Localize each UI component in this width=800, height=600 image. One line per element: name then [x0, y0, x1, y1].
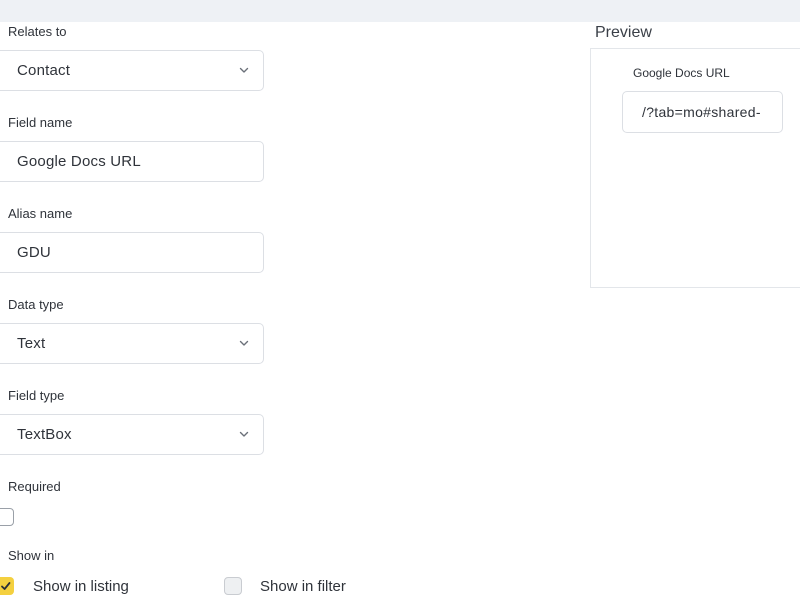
show-in-label: Show in — [8, 548, 55, 563]
relates-to-select[interactable]: Contact — [0, 50, 264, 91]
alias-name-input[interactable]: GDU — [0, 232, 264, 273]
data-type-value: Text — [17, 335, 46, 352]
chevron-down-icon — [239, 65, 249, 75]
alias-name-label: Alias name — [8, 206, 73, 221]
field-type-label: Field type — [8, 388, 65, 403]
relates-to-value: Contact — [17, 62, 71, 79]
data-type-select[interactable]: Text — [0, 323, 264, 364]
field-type-value: TextBox — [17, 426, 72, 443]
required-label: Required — [8, 479, 61, 494]
show-in-listing-label[interactable]: Show in listing — [33, 578, 129, 595]
preview-panel: Google Docs URL /?tab=mo#shared- — [590, 48, 800, 288]
required-checkbox[interactable] — [0, 508, 14, 526]
show-in-listing-checkbox[interactable] — [0, 577, 14, 595]
field-name-label: Field name — [8, 115, 73, 130]
preview-field-label: Google Docs URL — [633, 66, 730, 80]
check-icon — [1, 582, 11, 590]
field-name-value: Google Docs URL — [17, 153, 141, 170]
field-type-select[interactable]: TextBox — [0, 414, 264, 455]
alias-name-value: GDU — [17, 244, 51, 261]
preview-field-input[interactable]: /?tab=mo#shared- — [622, 91, 783, 133]
chevron-down-icon — [239, 429, 249, 439]
relates-to-label: Relates to — [8, 24, 67, 39]
show-in-filter-checkbox[interactable] — [224, 577, 242, 595]
field-name-input[interactable]: Google Docs URL — [0, 141, 264, 182]
data-type-label: Data type — [8, 297, 64, 312]
chevron-down-icon — [239, 338, 249, 348]
top-bar — [0, 0, 800, 22]
show-in-filter-label[interactable]: Show in filter — [260, 578, 346, 595]
preview-title: Preview — [595, 24, 652, 41]
preview-field-value: /?tab=mo#shared- — [642, 104, 761, 120]
